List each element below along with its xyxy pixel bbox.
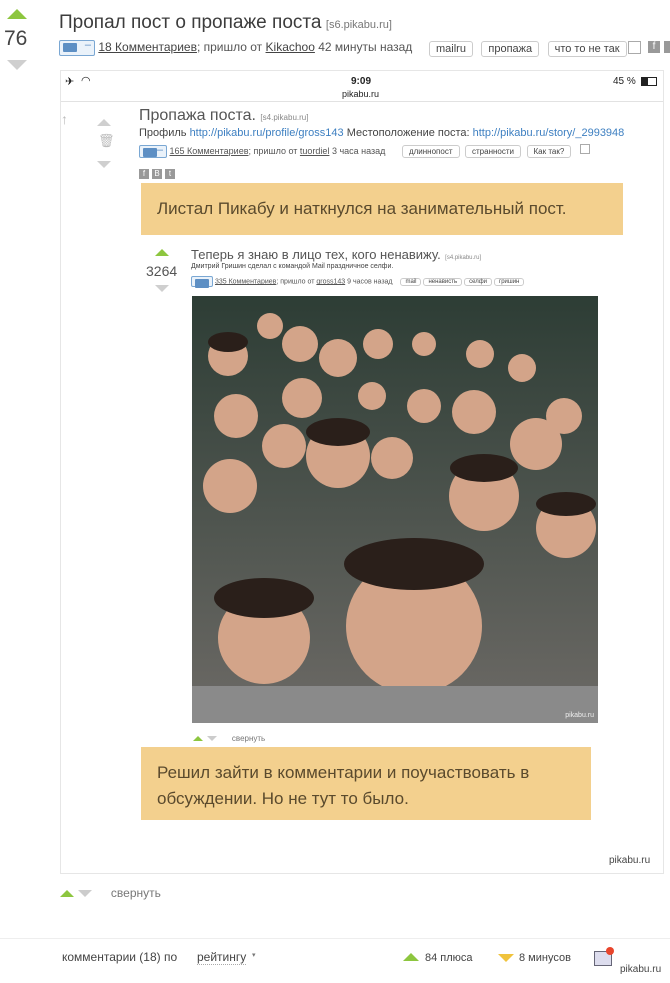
post-time: 42 минуты назад — [318, 40, 413, 55]
tag[interactable]: длиннопост — [401, 145, 460, 158]
inner-post-title[interactable]: Пропажа поста. — [139, 107, 256, 124]
downvote-icon[interactable] — [207, 736, 218, 741]
camera-icon[interactable] — [139, 144, 167, 159]
comments-link[interactable]: 165 Комментариев — [170, 146, 249, 156]
facebook-icon[interactable]: f — [139, 169, 149, 179]
downvote-icon[interactable] — [155, 285, 169, 292]
upvote-icon[interactable] — [193, 736, 203, 741]
inner-meta: 165 Комментариев; пришло от tuordiel 3 ч… — [139, 144, 590, 159]
tag[interactable]: странности — [465, 145, 521, 158]
post-title-row: Пропал пост о пропаже поста [s6.pikabu.r… — [59, 12, 392, 34]
facebook-icon[interactable]: f — [648, 41, 660, 53]
author-link[interactable]: tuordiel — [300, 146, 330, 156]
inner-profile-row: Профиль http://pikabu.ru/profile/gross14… — [139, 127, 624, 139]
twitter-icon[interactable]: t — [165, 169, 175, 179]
nested-collapse[interactable]: свернуть — [232, 734, 265, 743]
battery-icon — [641, 77, 657, 86]
nested-title[interactable]: Теперь я знаю в лицо тех, кого ненавижу. — [191, 247, 441, 262]
minus-icon — [498, 954, 514, 962]
post-title[interactable]: Пропал пост о пропаже поста — [59, 12, 321, 33]
from-text: ; пришло от — [248, 146, 298, 156]
footer-watermark: pikabu.ru — [620, 964, 662, 975]
dropdown-caret-icon[interactable]: ▾ — [252, 951, 256, 959]
status-url: pikabu.ru — [342, 89, 380, 99]
save-icon[interactable] — [628, 41, 641, 54]
share-icon[interactable] — [664, 41, 670, 53]
tag[interactable]: селфи — [464, 278, 493, 287]
vk-icon[interactable]: B — [152, 169, 162, 179]
minus-count: 8 минусов — [519, 952, 571, 964]
inner-social: fBt — [139, 163, 178, 181]
inner-post-time: 3 часа назад — [331, 146, 386, 156]
status-time: 9:09 — [351, 76, 372, 87]
nested-subtitle: Дмитрий Гришин сделал с командой Mail пр… — [191, 263, 394, 270]
downvote-icon[interactable] — [7, 60, 27, 70]
trash-icon[interactable]: 🗑 — [98, 133, 115, 149]
airplane-icon: ✈ — [65, 76, 75, 88]
downvote-icon[interactable] — [78, 890, 93, 897]
downvote-icon[interactable] — [97, 161, 111, 168]
upvote-icon[interactable] — [155, 249, 169, 256]
tag[interactable]: пропажа — [481, 41, 540, 57]
upvote-icon[interactable] — [97, 119, 111, 126]
selfie-photo-graphic — [192, 296, 598, 723]
selfie-photo: pikabu.ru — [192, 296, 598, 723]
from-text: ; пришло от — [276, 278, 315, 286]
camera-icon[interactable] — [191, 275, 213, 288]
post-tags: mailru пропажа что то не так — [429, 39, 627, 57]
location-link[interactable]: http://pikabu.ru/story/_2993948 — [473, 127, 625, 139]
caption-top-text: Листал Пикабу и наткнулся на занимательн… — [157, 199, 567, 218]
save-icon[interactable] — [579, 144, 590, 154]
tag[interactable]: ненависть — [423, 278, 463, 287]
upvote-icon[interactable] — [60, 890, 74, 897]
photo-watermark: pikabu.ru — [565, 712, 594, 719]
post-collapse-row: свернуть — [60, 884, 161, 902]
post-score: 76 — [4, 27, 28, 50]
tag[interactable]: mailru — [429, 41, 473, 57]
author-link[interactable]: gross143 — [316, 278, 345, 285]
nested-domain: [s4.pikabu.ru] — [445, 255, 482, 261]
plus-count: 84 плюса — [425, 952, 473, 964]
profile-label: Профиль — [139, 127, 187, 139]
profile-link[interactable]: http://pikabu.ru/profile/gross143 — [190, 127, 344, 139]
post-domain: [s6.pikabu.ru] — [325, 19, 392, 31]
inner-title-row: Пропажа поста. [s4.pikabu.ru] — [139, 107, 308, 125]
comments-link[interactable]: 18 Комментариев — [98, 40, 197, 54]
comments-link[interactable]: 335 Комментариев — [215, 278, 276, 285]
collapse-link[interactable]: свернуть — [111, 886, 161, 900]
nested-score: 3264 — [146, 263, 178, 279]
nested-time: 9 часов назад — [347, 278, 393, 286]
comments-footer: комментарии (18) по рейтингу ▾ 84 плюса … — [0, 938, 670, 983]
camera-icon[interactable] — [59, 39, 95, 56]
nested-meta: 335 Комментариев; пришло от gross143 9 ч… — [191, 275, 525, 288]
from-text: ; пришло от — [196, 40, 263, 55]
inner-post-domain: [s4.pikabu.ru] — [260, 113, 309, 122]
location-label: Местоположение поста: — [346, 127, 470, 139]
post-meta: 18 Комментариев; пришло от Kikachoo 42 м… — [59, 39, 413, 56]
nested-vote-row: свернуть — [193, 728, 265, 746]
caption-top: Листал Пикабу и наткнулся на занимательн… — [141, 183, 623, 235]
battery-level: 45 % — [613, 76, 636, 87]
tag[interactable]: что то не так — [547, 41, 627, 57]
tag[interactable]: Как так? — [526, 145, 572, 158]
caption-bottom-text: Решил зайти в комментарии и поучаствоват… — [157, 763, 530, 808]
plus-icon — [403, 953, 419, 961]
nested-title-row: Теперь я знаю в лицо тех, кого ненавижу.… — [191, 246, 481, 264]
sort-dropdown[interactable]: рейтингу — [197, 950, 247, 965]
wifi-icon: ◠ — [81, 75, 91, 87]
image-watermark: pikabu.ru — [609, 855, 651, 866]
post-image: ✈ ◠ 9:09 pikabu.ru 45 % ↑ 🗑 Пропажа пост… — [60, 70, 664, 874]
tag[interactable]: гришин — [494, 278, 525, 287]
tag[interactable]: mail — [400, 278, 422, 287]
back-arrow-icon[interactable]: ↑ — [61, 111, 68, 127]
comments-sort-label: комментарии (18) по — [62, 950, 178, 964]
caption-bottom: Решил зайти в комментарии и поучаствоват… — [141, 747, 591, 820]
author-link[interactable]: Kikachoo — [266, 40, 315, 54]
status-bar: ✈ ◠ 9:09 pikabu.ru 45 % — [61, 71, 663, 102]
upvote-icon[interactable] — [7, 9, 27, 19]
notification-dot-icon — [606, 947, 614, 955]
